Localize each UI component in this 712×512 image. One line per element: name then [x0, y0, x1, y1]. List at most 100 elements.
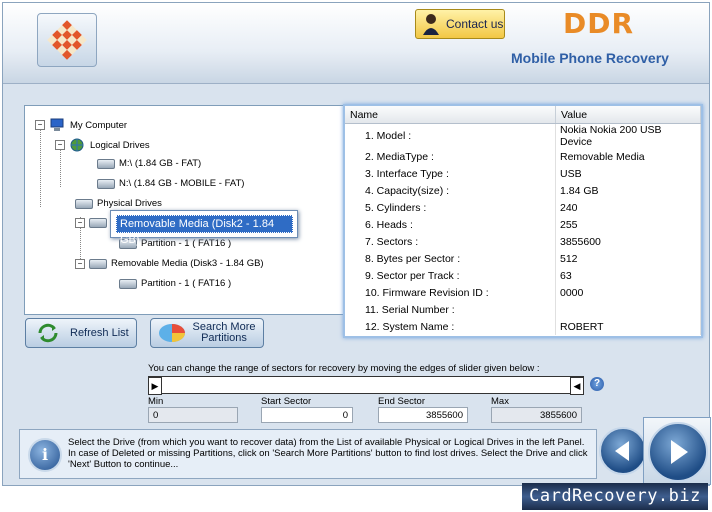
- tree-item-physical-drives[interactable]: Physical Drives: [75, 198, 162, 209]
- table-row: 4. Capacity(size) :1.84 GB: [345, 182, 701, 199]
- back-arrow-icon: [615, 441, 629, 461]
- globe-icon: [70, 138, 84, 152]
- property-value: 255: [555, 216, 701, 233]
- property-value: 63: [555, 267, 701, 284]
- tree-label: N:\ (1.84 GB - MOBILE - FAT): [119, 178, 245, 189]
- help-icon[interactable]: ?: [590, 377, 604, 391]
- property-name: 4. Capacity(size) :: [345, 182, 556, 199]
- table-row: 6. Heads :255: [345, 216, 701, 233]
- website-banner: CardRecovery.biz: [522, 483, 708, 510]
- next-button-frame: [643, 417, 711, 485]
- end-sector-field[interactable]: 3855600: [378, 407, 468, 423]
- end-sector-label: End Sector: [378, 396, 425, 407]
- tree-label: M:\ (1.84 GB - FAT): [119, 158, 202, 169]
- table-row: 1. Model : Nokia Nokia 200 USB Device: [345, 123, 701, 148]
- sector-range-slider[interactable]: ▶ ◀: [148, 376, 584, 395]
- collapse-icon[interactable]: −: [55, 140, 65, 150]
- app-window: Contact us DDR Mobile Phone Recovery − M…: [2, 2, 711, 486]
- column-header-value[interactable]: Value: [555, 106, 701, 124]
- property-name: 9. Sector per Track :: [345, 267, 556, 284]
- range-instruction: You can change the range of sectors for …: [148, 363, 540, 374]
- property-name: 11. Serial Number :: [345, 301, 556, 318]
- table-row: 11. Serial Number :: [345, 301, 701, 318]
- property-name: 8. Bytes per Sector :: [345, 250, 556, 267]
- tree-item-disk2[interactable]: −: [75, 218, 111, 228]
- tree-item-drive-n[interactable]: N:\ (1.84 GB - MOBILE - FAT): [97, 178, 244, 189]
- tree-item-logical-drives[interactable]: − Logical Drives: [55, 138, 150, 152]
- tree-label: Partition - 1 ( FAT16 ): [141, 278, 232, 289]
- property-value: 0000: [555, 284, 701, 301]
- start-sector-field[interactable]: 0: [261, 407, 353, 423]
- refresh-list-button[interactable]: Refresh List: [25, 318, 137, 348]
- collapse-icon[interactable]: −: [35, 120, 45, 130]
- brand-logo: DDR: [563, 7, 635, 40]
- table-row: 10. Firmware Revision ID :0000: [345, 284, 701, 301]
- product-subtitle: Mobile Phone Recovery: [511, 50, 669, 66]
- app-logo-icon: [37, 13, 97, 67]
- info-icon: i: [28, 438, 62, 472]
- drive-icon: [97, 158, 115, 169]
- property-name: 5. Cylinders :: [345, 199, 556, 216]
- search-more-partitions-button[interactable]: Search More Partitions: [150, 318, 264, 348]
- property-value: Nokia Nokia 200 USB Device: [555, 123, 701, 148]
- refresh-icon: [38, 323, 58, 343]
- computer-icon: [50, 118, 64, 131]
- tree-label: Logical Drives: [90, 139, 150, 151]
- property-name: 7. Sectors :: [345, 233, 556, 250]
- table-row: 8. Bytes per Sector :512: [345, 250, 701, 267]
- property-value: 3855600: [555, 233, 701, 250]
- selected-drive-label: Removable Media (Disk2 - 1.84 GB): [116, 215, 293, 246]
- property-name: 12. System Name :: [345, 318, 556, 335]
- property-name: 1. Model :: [345, 123, 556, 148]
- drive-icon: [89, 218, 107, 228]
- drive-properties-panel: Name Value 1. Model : Nokia Nokia 200 USB…: [343, 104, 703, 338]
- max-label: Max: [491, 396, 509, 407]
- min-label: Min: [148, 396, 164, 407]
- tree-label: Partition - 1 ( FAT16 ): [141, 238, 232, 249]
- collapse-icon[interactable]: −: [75, 218, 85, 228]
- column-header-name[interactable]: Name: [345, 106, 556, 124]
- property-value: 1.84 GB: [555, 182, 701, 199]
- properties-table: Name Value 1. Model : Nokia Nokia 200 USB…: [345, 106, 701, 335]
- refresh-list-label: Refresh List: [70, 327, 129, 339]
- drive-icon: [119, 278, 137, 289]
- table-row: 12. System Name : ROBERT: [345, 318, 701, 335]
- tree-label: Physical Drives: [97, 198, 162, 209]
- header-bar: Contact us DDR Mobile Phone Recovery: [3, 3, 709, 84]
- drive-icon: [89, 258, 107, 269]
- table-row: 3. Interface Type : USB: [345, 165, 701, 182]
- contact-us-button[interactable]: Contact us: [415, 9, 505, 39]
- tree-item-drive-m[interactable]: M:\ (1.84 GB - FAT): [97, 158, 201, 169]
- info-panel: i Select the Drive (from which you want …: [19, 429, 597, 479]
- next-button[interactable]: [648, 422, 708, 482]
- property-name: 6. Heads :: [345, 216, 556, 233]
- selected-drive-popup[interactable]: Removable Media (Disk2 - 1.84 GB): [110, 210, 298, 246]
- slider-right-handle[interactable]: ◀: [570, 377, 584, 395]
- next-arrow-icon: [671, 440, 688, 464]
- drive-icon: [97, 178, 115, 189]
- table-row: 5. Cylinders :240: [345, 199, 701, 216]
- property-value: ROBERT: [555, 318, 701, 335]
- slider-left-handle[interactable]: ▶: [148, 377, 162, 395]
- back-button[interactable]: [599, 427, 647, 475]
- tree-item-disk3[interactable]: − Removable Media (Disk3 - 1.84 GB): [75, 258, 264, 269]
- property-name: 2. MediaType :: [345, 148, 556, 165]
- property-value: Removable Media: [555, 148, 701, 165]
- table-row: 9. Sector per Track :63: [345, 267, 701, 284]
- info-text: Select the Drive (from which you want to…: [68, 437, 588, 470]
- property-name: 10. Firmware Revision ID :: [345, 284, 556, 301]
- max-field: 3855600: [491, 407, 582, 423]
- table-row: 2. MediaType : Removable Media: [345, 148, 701, 165]
- collapse-icon[interactable]: −: [75, 258, 85, 269]
- property-name: 3. Interface Type :: [345, 165, 556, 182]
- property-value: USB: [555, 165, 701, 182]
- table-row: 7. Sectors :3855600: [345, 233, 701, 250]
- tree-item-my-computer[interactable]: − My Computer: [35, 118, 127, 132]
- property-value: 512: [555, 250, 701, 267]
- person-icon: [423, 14, 439, 35]
- pie-chart-icon: [159, 324, 185, 342]
- search-more-partitions-label: Search More Partitions: [192, 321, 256, 344]
- tree-item-disk3-partition[interactable]: Partition - 1 ( FAT16 ): [119, 278, 231, 289]
- property-value: 240: [555, 199, 701, 216]
- start-sector-label: Start Sector: [261, 396, 312, 407]
